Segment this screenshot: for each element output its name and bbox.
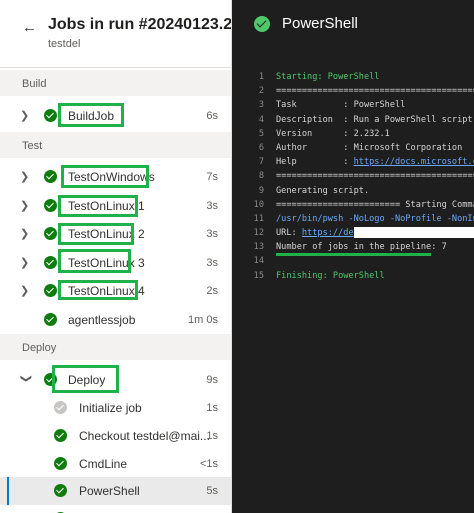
job-row-deploy[interactable]: ❯ Deploy 9s (0, 365, 231, 394)
job-row-buildjob[interactable]: ❯ BuildJob 6s (0, 102, 231, 130)
redacted-block (353, 227, 474, 239)
job-duration: 3s (206, 228, 218, 240)
log-panel: PowerShell 1 Starting: PowerShell 2 ======… (232, 0, 474, 513)
success-icon (54, 484, 67, 497)
highlight-box (58, 195, 138, 217)
chevron-right-icon[interactable]: ❯ (20, 227, 32, 241)
success-icon (44, 109, 57, 122)
success-icon (44, 256, 57, 269)
chevron-right-icon[interactable]: ❯ (20, 256, 32, 270)
jobs-panel: ← Jobs in run #20240123.21 testdel Build… (0, 0, 232, 513)
chevron-right-icon[interactable]: ❯ (20, 109, 32, 123)
step-name: Initialize job (79, 401, 142, 415)
log-line: 12URL: https://de3s (232, 226, 474, 240)
step-name: CmdLine (79, 457, 128, 471)
job-row-agentlessjob[interactable]: agentlessjob 1m 0s (0, 306, 231, 334)
highlight-box (61, 165, 149, 188)
success-icon (44, 313, 57, 326)
step-row-initialize-job[interactable]: Initialize job 1s (0, 394, 231, 422)
step-duration: <1s (199, 458, 218, 470)
log-output[interactable]: 1 Starting: PowerShell 2 =================… (232, 70, 474, 283)
arrow-left-icon[interactable]: ← (22, 18, 42, 38)
job-duration: 7s (206, 171, 218, 183)
page-subtitle: testdel (48, 38, 81, 50)
success-icon (44, 227, 57, 240)
step-name: PowerShell (79, 484, 140, 498)
job-row-testonwindows[interactable]: ❯ TestOnWindows 7s (0, 163, 231, 191)
success-icon (44, 170, 57, 183)
section-label-test: Test (22, 140, 43, 152)
job-row-testonlinux-1[interactable]: ❯ TestOnLinux 1 3s (0, 192, 231, 220)
log-line: 9 Generating script. (258, 185, 370, 196)
log-line: 5 Version : 2.232.1 (258, 128, 390, 139)
success-icon (254, 16, 270, 32)
job-duration: 6s (206, 110, 218, 122)
job-duration: 3s (206, 257, 218, 269)
step-duration: 1s (206, 430, 218, 442)
success-icon (44, 199, 57, 212)
page-title: Jobs in run #20240123.21 (48, 16, 232, 33)
job-row-testonlinux-2[interactable]: ❯ TestOnLinux 2 3s (0, 220, 231, 248)
step-row-powershell[interactable]: PowerShell 5s (0, 477, 231, 505)
success-icon (54, 457, 67, 470)
highlight-box (58, 280, 138, 300)
skipped-icon (54, 401, 67, 414)
log-line: 1 Starting: PowerShell (258, 72, 380, 82)
url-link[interactable]: https://de (302, 228, 354, 238)
job-name: agentlessjob (68, 313, 136, 327)
log-line: 14 (253, 256, 264, 267)
log-line: 2=======================================… (258, 86, 474, 97)
job-row-testonlinux-4[interactable]: ❯ TestOnLinux 4 2s (0, 277, 231, 305)
job-duration: 1m 0s (188, 314, 218, 326)
step-row-checkout[interactable]: Checkout testdel@mai... 1s (0, 422, 231, 450)
chevron-right-icon[interactable]: ❯ (20, 199, 32, 213)
step-duration: 5s (206, 485, 218, 497)
step-row-partial[interactable] (0, 505, 231, 513)
chevron-right-icon[interactable]: ❯ (20, 170, 32, 184)
log-line: 4Description : Run a PowerShell script o… (258, 114, 473, 125)
log-line: 11/usr/bin/pwsh -NoLogo -NoProfile -NonI… (253, 213, 474, 224)
log-line: 15 Finishing: PowerShell (253, 270, 385, 281)
highlight-box (52, 365, 119, 393)
step-duration: 1s (206, 402, 218, 414)
highlight-box (58, 223, 134, 245)
section-label-deploy: Deploy (22, 342, 57, 354)
log-line: 8=======================================… (258, 171, 474, 182)
chevron-right-icon[interactable]: ❯ (20, 284, 32, 298)
log-line: 3 Task : PowerShell (258, 100, 406, 111)
highlight-underline (276, 253, 431, 256)
chevron-down-icon[interactable]: ❯ (19, 374, 33, 386)
job-row-testonlinux-3[interactable]: ❯ TestOnLinux 3 3s (0, 249, 231, 277)
job-duration: 9s (206, 374, 218, 386)
section-label-build: Build (22, 78, 47, 90)
log-line: 6 Author : Microsoft Corporation (258, 142, 463, 153)
success-icon (44, 284, 57, 297)
log-line: 7Help : https://docs.microsoft.com/a (232, 155, 474, 169)
job-duration: 2s (206, 285, 218, 297)
selection-indicator (7, 477, 9, 505)
success-icon (54, 429, 67, 442)
log-line: 10 ======================== Starting Comm… (253, 199, 474, 210)
help-link[interactable]: https://docs.microsoft.com/a (354, 157, 474, 167)
job-duration: 3s (206, 200, 218, 212)
step-row-cmdline[interactable]: CmdLine <1s (0, 450, 231, 478)
jobs-header: ← Jobs in run #20240123.21 testdel (0, 0, 232, 68)
highlight-box (58, 103, 124, 127)
log-title: PowerShell (282, 15, 358, 32)
highlight-box (58, 249, 131, 273)
step-name: Checkout testdel@mai... (79, 429, 210, 443)
log-header: PowerShell (232, 0, 474, 50)
